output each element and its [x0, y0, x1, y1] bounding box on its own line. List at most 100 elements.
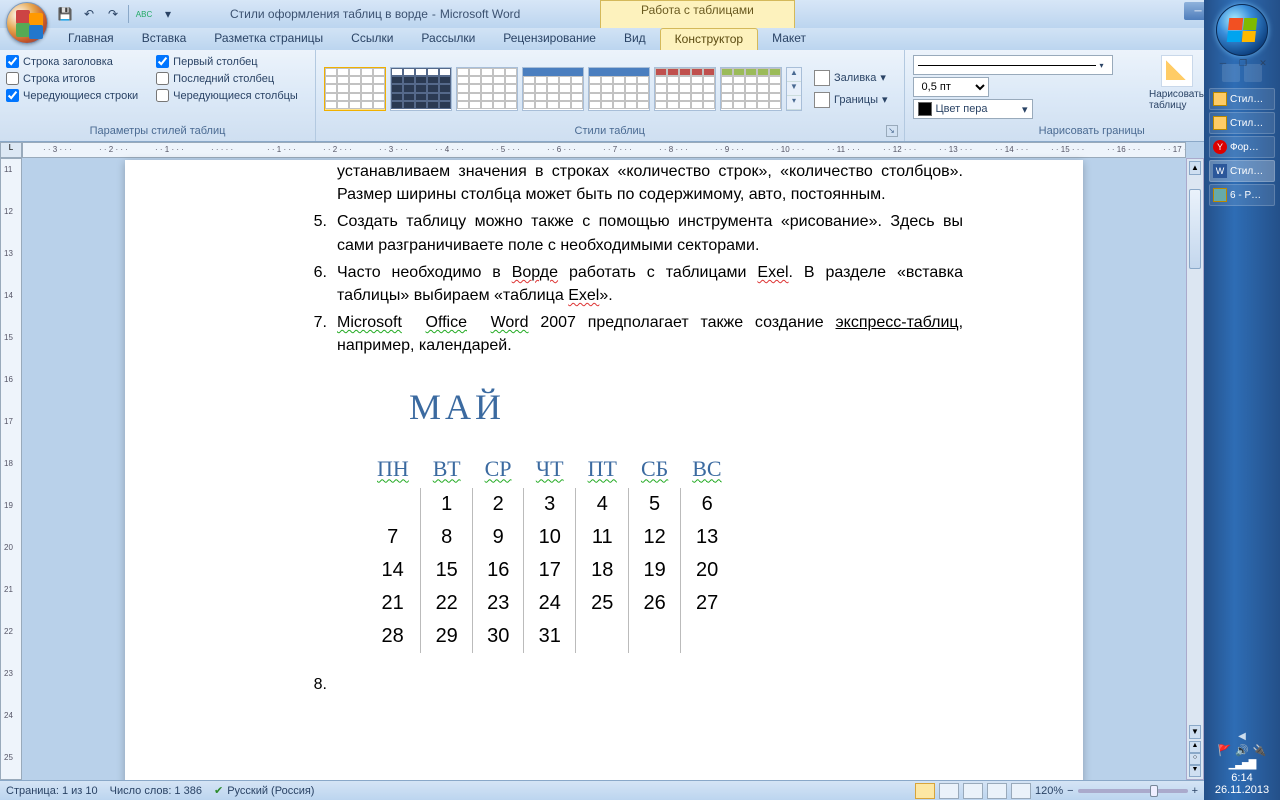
calendar-cell[interactable]: 10: [524, 521, 576, 554]
calendar-cell[interactable]: 6: [680, 488, 733, 521]
tab-selector[interactable]: L: [0, 142, 22, 158]
calendar-cell[interactable]: 26: [629, 587, 680, 620]
tray-flag-icon[interactable]: 🚩: [1217, 744, 1231, 757]
view-print-layout[interactable]: [915, 783, 935, 799]
taskbar-item[interactable]: 6 - P…: [1209, 184, 1275, 206]
calendar-cell[interactable]: 5: [629, 488, 680, 521]
calendar-cell[interactable]: 7: [365, 521, 421, 554]
tab-review[interactable]: Рецензирование: [489, 28, 610, 50]
style-thumb[interactable]: [456, 67, 518, 111]
doc-minimize[interactable]: ─: [1214, 56, 1232, 70]
style-thumb[interactable]: [720, 67, 782, 111]
calendar-cell[interactable]: [680, 620, 733, 653]
doc-close[interactable]: ✕: [1254, 56, 1272, 70]
calendar-cell[interactable]: 4: [576, 488, 629, 521]
taskbar-item[interactable]: YФор…: [1209, 136, 1275, 158]
calendar-cell[interactable]: 29: [421, 620, 473, 653]
tray-network-icon[interactable]: 🔌: [1253, 744, 1267, 757]
taskbar-item[interactable]: Стил…: [1209, 88, 1275, 110]
tab-design[interactable]: Конструктор: [660, 28, 758, 50]
calendar-cell[interactable]: 28: [365, 620, 421, 653]
view-outline[interactable]: [987, 783, 1007, 799]
view-draft[interactable]: [1011, 783, 1031, 799]
tab-mailings[interactable]: Рассылки: [407, 28, 489, 50]
zoom-out[interactable]: −: [1067, 785, 1073, 797]
start-button[interactable]: [1216, 4, 1268, 56]
tab-insert[interactable]: Вставка: [128, 28, 201, 50]
calendar-cell[interactable]: 8: [421, 521, 473, 554]
calendar-cell[interactable]: 2: [473, 488, 524, 521]
calendar-cell[interactable]: 13: [680, 521, 733, 554]
view-full-screen[interactable]: [939, 783, 959, 799]
zoom-slider[interactable]: [1078, 789, 1188, 793]
qat-save[interactable]: 💾: [54, 3, 76, 25]
calendar-cell[interactable]: 1: [421, 488, 473, 521]
scroll-up-icon[interactable]: ▲: [1189, 161, 1201, 175]
calendar-cell[interactable]: 21: [365, 587, 421, 620]
document-page[interactable]: устанавливаем значения в строках «количе…: [125, 160, 1083, 790]
next-page-icon[interactable]: ▼: [1189, 765, 1201, 777]
qat-spelling[interactable]: ABC: [133, 3, 155, 25]
tab-view[interactable]: Вид: [610, 28, 660, 50]
status-word-count[interactable]: Число слов: 1 386: [110, 785, 202, 797]
scroll-down-icon[interactable]: ▼: [1189, 725, 1201, 739]
calendar-cell[interactable]: 24: [524, 587, 576, 620]
line-weight-dropdown[interactable]: 0,5 пт: [913, 77, 989, 97]
qat-undo[interactable]: ↶: [78, 3, 100, 25]
tray-signal-icon[interactable]: ▁▃▅▇: [1229, 759, 1256, 770]
tab-home[interactable]: Главная: [54, 28, 128, 50]
zoom-value[interactable]: 120%: [1035, 785, 1063, 797]
taskbar-item[interactable]: WСтил…: [1209, 160, 1275, 182]
borders-button[interactable]: Границы ▾: [810, 90, 892, 110]
browse-object-icon[interactable]: ○: [1189, 753, 1201, 765]
calendar-cell[interactable]: [576, 620, 629, 653]
opt-total-row[interactable]: Строка итогов: [6, 72, 138, 85]
horizontal-ruler[interactable]: · · 3 · · · · · 2 · · · · · 1 · · · · · …: [22, 142, 1186, 158]
opt-first-column[interactable]: Первый столбец: [156, 55, 298, 68]
calendar-cell[interactable]: 31: [524, 620, 576, 653]
calendar-cell[interactable]: 16: [473, 554, 524, 587]
status-language[interactable]: ✔Русский (Россия): [214, 784, 315, 797]
vertical-scrollbar[interactable]: ▲ ▼ ▲ ○ ▼: [1186, 158, 1204, 780]
qat-customize[interactable]: ▾: [157, 3, 179, 25]
zoom-in[interactable]: +: [1192, 785, 1198, 797]
tab-page-layout[interactable]: Разметка страницы: [200, 28, 337, 50]
pen-color-dropdown[interactable]: Цвет пера▾: [913, 99, 1033, 119]
calendar-cell[interactable]: 23: [473, 587, 524, 620]
tray-volume-icon[interactable]: 🔊: [1235, 744, 1249, 757]
calendar-cell[interactable]: 17: [524, 554, 576, 587]
view-web[interactable]: [963, 783, 983, 799]
calendar-cell[interactable]: 22: [421, 587, 473, 620]
opt-banded-rows[interactable]: Чередующиеся строки: [6, 89, 138, 102]
calendar-cell[interactable]: [629, 620, 680, 653]
office-button[interactable]: [6, 2, 48, 44]
tab-references[interactable]: Ссылки: [337, 28, 407, 50]
draw-table-button[interactable]: Нарисовать таблицу: [1149, 55, 1205, 111]
style-thumb[interactable]: [588, 67, 650, 111]
qat-redo[interactable]: ↷: [102, 3, 124, 25]
calendar-cell[interactable]: 12: [629, 521, 680, 554]
style-thumb[interactable]: [390, 67, 452, 111]
shading-button[interactable]: Заливка ▾: [810, 68, 892, 88]
opt-header-row[interactable]: Строка заголовка: [6, 55, 138, 68]
calendar-cell[interactable]: 25: [576, 587, 629, 620]
scroll-thumb[interactable]: [1189, 189, 1201, 269]
calendar-cell[interactable]: 14: [365, 554, 421, 587]
calendar-cell[interactable]: 27: [680, 587, 733, 620]
doc-restore[interactable]: ❐: [1234, 56, 1252, 70]
opt-last-column[interactable]: Последний столбец: [156, 72, 298, 85]
calendar-cell[interactable]: [365, 488, 421, 521]
gallery-more[interactable]: ▲▼▾: [786, 67, 802, 111]
calendar-cell[interactable]: 18: [576, 554, 629, 587]
status-page[interactable]: Страница: 1 из 10: [6, 785, 98, 797]
calendar-cell[interactable]: 19: [629, 554, 680, 587]
taskbar-item[interactable]: Стил…: [1209, 112, 1275, 134]
calendar-cell[interactable]: 15: [421, 554, 473, 587]
style-thumb[interactable]: [522, 67, 584, 111]
dialog-launcher-icon[interactable]: ↘: [886, 125, 898, 137]
calendar-cell[interactable]: 11: [576, 521, 629, 554]
calendar-cell[interactable]: 3: [524, 488, 576, 521]
table-style-gallery[interactable]: ▲▼▾: [322, 63, 804, 115]
calendar-table[interactable]: ПНВТСРЧТПТСБВС 1234567891011121314151617…: [365, 452, 734, 653]
vertical-ruler[interactable]: 111213141516171819202122232425: [0, 158, 22, 780]
